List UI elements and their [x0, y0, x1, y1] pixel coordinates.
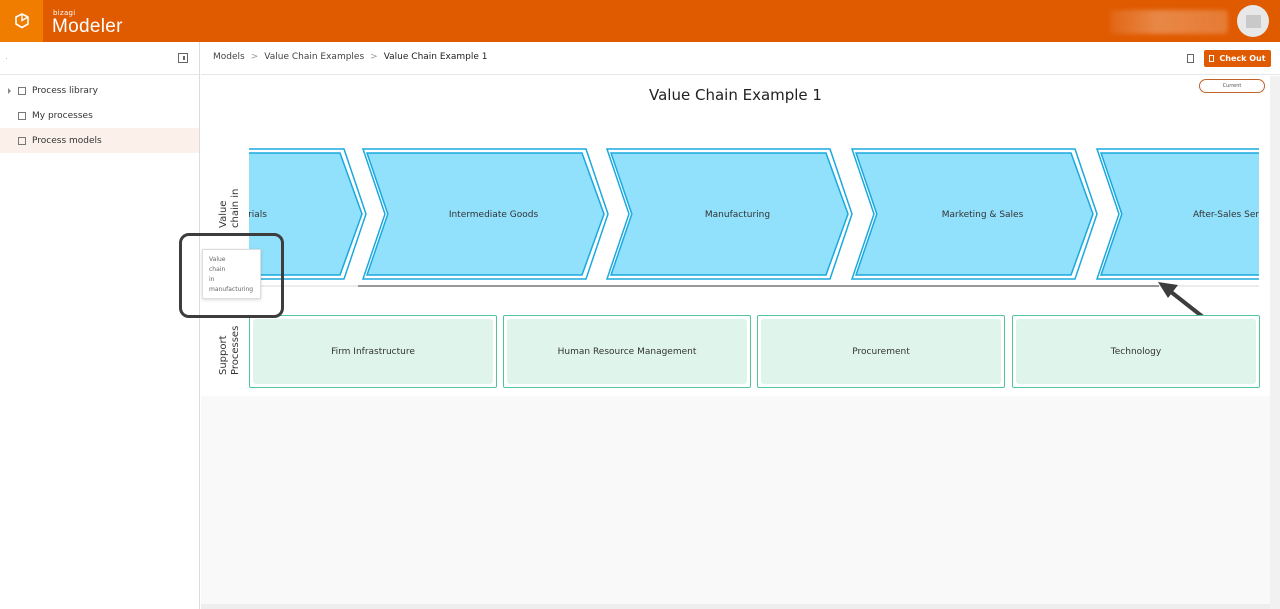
sidebar: Process library My processes Process mod…	[0, 42, 200, 609]
user-avatar[interactable]	[1237, 5, 1269, 37]
sidebar-item-my-processes[interactable]: My processes	[0, 103, 199, 128]
document-icon[interactable]	[1187, 54, 1194, 63]
support-activity-label: Procurement	[761, 319, 1001, 384]
diagram-canvas[interactable]: Value Chain Example 1 Current rials Inter…	[201, 76, 1270, 396]
primary-activity-label: After-Sales Serv	[1193, 210, 1265, 220]
brand-product: Modeler	[52, 16, 123, 37]
support-activity-label: Firm Infrastructure	[253, 319, 493, 384]
support-lane-label: Support Processes	[218, 326, 242, 375]
breadcrumb-current: Value Chain Example 1	[383, 52, 488, 62]
check-out-label: Check Out	[1219, 54, 1266, 63]
clipboard-icon	[18, 111, 26, 120]
library-icon	[18, 86, 26, 95]
breadcrumb: Models > Value Chain Examples > Value Ch…	[213, 52, 487, 62]
breadcrumb-separator: >	[370, 52, 378, 62]
vertical-scrollbar[interactable]	[1270, 76, 1280, 609]
sidebar-item-label: Process library	[32, 85, 98, 96]
support-activity-human-resource-management[interactable]: Human Resource Management	[503, 315, 751, 388]
support-activity-technology[interactable]: Technology	[1012, 315, 1260, 388]
lane-label-line: Support	[218, 335, 229, 375]
support-activity-firm-infrastructure[interactable]: Firm Infrastructure	[249, 315, 497, 388]
primary-activity-label: Marketing & Sales	[942, 210, 1024, 220]
logo[interactable]	[0, 0, 43, 42]
primary-activity-label: Manufacturing	[705, 210, 770, 220]
canvas-background	[201, 396, 1270, 604]
primary-activity-chevron[interactable]: Intermediate Goods	[361, 148, 609, 280]
sidebar-item-label: My processes	[32, 110, 93, 121]
lane-tooltip: Value chain in manufacturing	[202, 249, 261, 299]
primary-activity-label: rials	[248, 210, 267, 220]
tooltip-line: in	[209, 276, 215, 283]
sidebar-item-label: Process models	[32, 135, 102, 146]
lane-label-line: Value	[218, 200, 229, 228]
primary-activity-chevron[interactable]: After-Sales Serv	[1095, 148, 1270, 280]
top-bar: bizagi Modeler	[0, 0, 1280, 42]
sidebar-item-process-models[interactable]: Process models	[0, 128, 199, 153]
support-activity-label: Human Resource Management	[507, 319, 747, 384]
primary-activity-chevron[interactable]: Marketing & Sales	[850, 148, 1098, 280]
sidebar-item-process-library[interactable]: Process library	[0, 78, 199, 103]
horizontal-scrollbar[interactable]	[201, 604, 1270, 609]
support-activity-procurement[interactable]: Procurement	[757, 315, 1005, 388]
breadcrumb-value-chain-examples[interactable]: Value Chain Examples	[264, 52, 364, 62]
collapse-panel-icon[interactable]	[178, 53, 188, 63]
user-name-blurred	[1110, 10, 1228, 34]
tooltip-line: manufacturing	[209, 286, 254, 293]
primary-activity-label: Intermediate Goods	[449, 210, 539, 220]
main-header: Models > Value Chain Examples > Value Ch…	[201, 42, 1280, 75]
lane-label-line: Processes	[230, 325, 241, 375]
breadcrumb-separator: >	[250, 52, 259, 62]
sidebar-header	[0, 42, 199, 75]
box-icon	[14, 13, 29, 29]
support-activity-label: Technology	[1016, 319, 1256, 384]
primary-lane-label: Value chain in	[218, 189, 242, 228]
breadcrumb-models[interactable]: Models	[213, 52, 245, 62]
checkout-icon	[1209, 55, 1215, 62]
edit-model-icon	[18, 136, 26, 145]
check-out-button[interactable]: Check Out	[1204, 50, 1271, 67]
user-avatar-icon	[1245, 14, 1261, 28]
primary-activity-chevron[interactable]: Manufacturing	[605, 148, 853, 280]
tooltip-line: Value	[209, 256, 226, 263]
lane-label-line: chain in	[230, 188, 241, 228]
caret-right-icon[interactable]	[8, 87, 11, 94]
tooltip-line: chain	[209, 266, 226, 273]
sidebar-dot	[6, 58, 7, 59]
